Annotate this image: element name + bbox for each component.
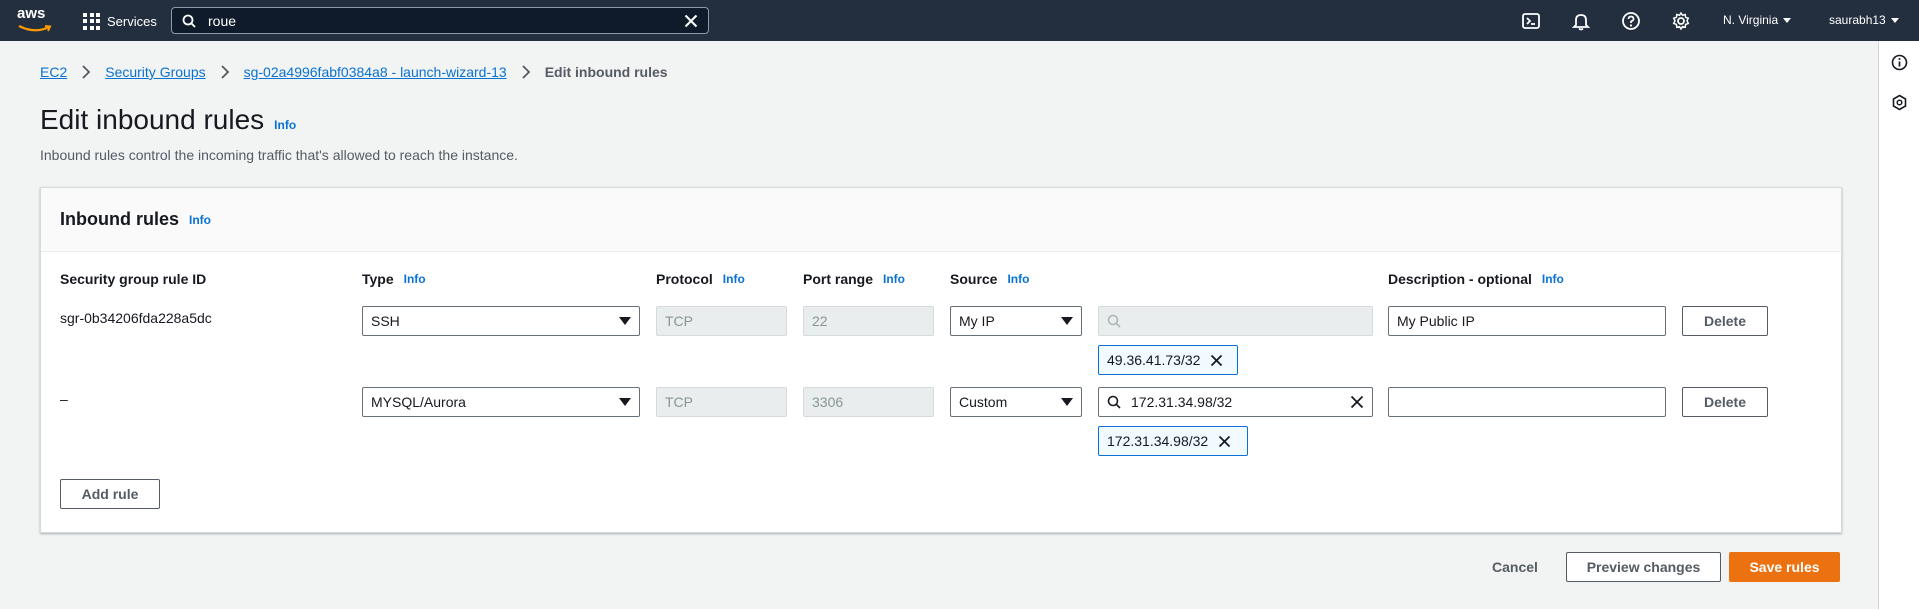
delete-rule-button[interactable]: Delete bbox=[1682, 306, 1768, 336]
breadcrumb-current: Edit inbound rules bbox=[544, 64, 668, 80]
inbound-rules-panel: Inbound rules Info Security group rule I… bbox=[40, 187, 1842, 533]
source-search-value: 172.31.34.98/32 bbox=[1131, 394, 1233, 410]
column-header-port-range: Port range Info bbox=[803, 271, 905, 287]
settings-icon[interactable] bbox=[1671, 11, 1691, 31]
cancel-button[interactable]: Cancel bbox=[1475, 552, 1555, 582]
panel-header: Inbound rules Info bbox=[41, 188, 1841, 252]
port-range-field: 3306 bbox=[803, 387, 934, 417]
page-header: Edit inbound rules Info bbox=[40, 104, 296, 136]
type-select-value: MYSQL/Aurora bbox=[371, 394, 466, 410]
description-input[interactable]: My Public IP bbox=[1388, 306, 1666, 336]
description-input[interactable] bbox=[1388, 387, 1666, 417]
delete-rule-button[interactable]: Delete bbox=[1682, 387, 1768, 417]
remove-token-icon[interactable] bbox=[1218, 435, 1231, 448]
protocol-field: TCP bbox=[656, 306, 787, 336]
caret-down-icon bbox=[1061, 398, 1073, 406]
preview-changes-button[interactable]: Preview changes bbox=[1566, 552, 1721, 582]
top-navigation: aws Services roue N. Virginia saurabh13 bbox=[0, 0, 1919, 41]
breadcrumb: EC2 Security Groups sg-02a4996fabf0384a8… bbox=[40, 64, 668, 80]
search-icon bbox=[1107, 395, 1121, 409]
rule-id-cell: sgr-0b34206fda228a5dc bbox=[60, 310, 212, 326]
remove-token-icon[interactable] bbox=[1210, 354, 1223, 367]
protocol-field: TCP bbox=[656, 387, 787, 417]
column-label: Description - optional bbox=[1388, 271, 1532, 287]
column-header-source: Source Info bbox=[950, 271, 1029, 287]
description-info-link[interactable]: Info bbox=[1542, 272, 1564, 286]
services-menu-button[interactable]: Services bbox=[83, 11, 157, 31]
clear-search-icon[interactable] bbox=[684, 14, 698, 28]
caret-down-icon bbox=[619, 317, 631, 325]
token-label: 172.31.34.98/32 bbox=[1107, 433, 1209, 449]
token-label: 49.36.41.73/32 bbox=[1107, 352, 1201, 368]
column-label: Port range bbox=[803, 271, 874, 287]
chevron-right-icon bbox=[522, 65, 530, 79]
rule-id-cell: – bbox=[60, 391, 68, 407]
type-select[interactable]: SSH bbox=[362, 306, 640, 336]
save-rules-button[interactable]: Save rules bbox=[1729, 552, 1840, 582]
clear-input-icon[interactable] bbox=[1350, 395, 1364, 409]
services-grid-icon bbox=[83, 12, 100, 30]
protocol-info-link[interactable]: Info bbox=[723, 272, 745, 286]
aws-smile-icon bbox=[18, 25, 52, 32]
right-tools-rail bbox=[1878, 41, 1919, 609]
aws-logo[interactable]: aws bbox=[17, 6, 55, 34]
source-cidr-token: 49.36.41.73/32 bbox=[1098, 345, 1238, 375]
caret-down-icon bbox=[1890, 17, 1899, 23]
cloudshell-icon[interactable] bbox=[1521, 11, 1541, 31]
account-menu[interactable]: saurabh13 bbox=[1829, 13, 1899, 27]
source-cidr-token: 172.31.34.98/32 bbox=[1098, 426, 1248, 456]
port-range-info-link[interactable]: Info bbox=[883, 272, 905, 286]
source-select-value: My IP bbox=[959, 313, 995, 329]
column-header-protocol: Protocol Info bbox=[656, 271, 745, 287]
source-select[interactable]: Custom bbox=[950, 387, 1082, 417]
breadcrumb-link-security-group[interactable]: sg-02a4996fabf0384a8 - launch-wizard-13 bbox=[244, 64, 507, 80]
explore-panel-icon[interactable] bbox=[1891, 94, 1908, 111]
panel-info-link[interactable]: Info bbox=[189, 213, 211, 227]
column-label: Security group rule ID bbox=[60, 271, 207, 287]
aws-logo-text: aws bbox=[17, 5, 46, 22]
panel-title: Inbound rules bbox=[60, 209, 179, 229]
type-info-link[interactable]: Info bbox=[404, 272, 426, 286]
source-select[interactable]: My IP bbox=[950, 306, 1082, 336]
search-icon bbox=[182, 14, 196, 28]
help-icon[interactable] bbox=[1621, 11, 1641, 31]
column-header-type: Type Info bbox=[362, 271, 426, 287]
account-label: saurabh13 bbox=[1829, 13, 1886, 27]
services-label: Services bbox=[107, 13, 157, 29]
port-range-field: 22 bbox=[803, 306, 934, 336]
column-header-rule-id: Security group rule ID bbox=[60, 271, 206, 287]
notifications-icon[interactable] bbox=[1571, 11, 1591, 31]
global-search-box[interactable] bbox=[171, 7, 709, 34]
description-value: My Public IP bbox=[1397, 313, 1475, 329]
caret-down-icon bbox=[619, 398, 631, 406]
add-rule-button[interactable]: Add rule bbox=[60, 479, 160, 509]
source-cidr-search[interactable]: 172.31.34.98/32 bbox=[1098, 387, 1373, 417]
chevron-right-icon bbox=[82, 65, 91, 79]
source-select-value: Custom bbox=[959, 394, 1008, 410]
info-panel-icon[interactable] bbox=[1891, 54, 1908, 71]
source-info-link[interactable]: Info bbox=[1007, 272, 1029, 286]
page-description: Inbound rules control the incoming traff… bbox=[40, 147, 518, 163]
column-header-description: Description - optional Info bbox=[1388, 271, 1564, 287]
type-select[interactable]: MYSQL/Aurora bbox=[362, 387, 640, 417]
column-label: Protocol bbox=[656, 271, 713, 287]
page-info-link[interactable]: Info bbox=[274, 118, 296, 132]
type-select-value: SSH bbox=[371, 313, 400, 329]
region-label: N. Virginia bbox=[1723, 13, 1779, 27]
chevron-right-icon bbox=[220, 65, 229, 79]
column-label: Type bbox=[362, 271, 394, 287]
region-selector[interactable]: N. Virginia bbox=[1723, 13, 1792, 27]
caret-down-icon bbox=[1783, 17, 1792, 23]
column-label: Source bbox=[950, 271, 998, 287]
breadcrumb-link-security-groups[interactable]: Security Groups bbox=[105, 64, 205, 80]
caret-down-icon bbox=[1061, 317, 1073, 325]
source-cidr-search bbox=[1098, 306, 1373, 336]
global-search-input[interactable] bbox=[206, 11, 684, 30]
breadcrumb-link-ec2[interactable]: EC2 bbox=[40, 64, 67, 80]
page-title: Edit inbound rules bbox=[40, 104, 265, 135]
search-icon bbox=[1107, 314, 1121, 328]
